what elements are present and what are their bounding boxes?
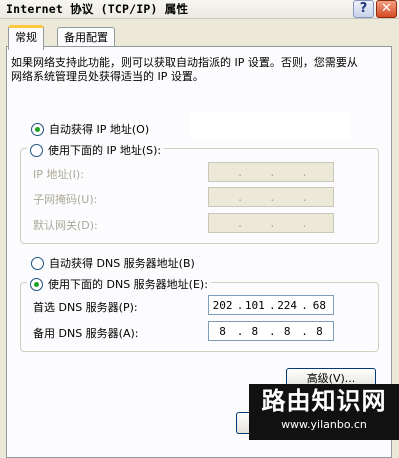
radio-manual-ip[interactable]: 使用下面的 IP 地址(S): (27, 142, 165, 158)
help-button[interactable]: ? (353, 0, 374, 18)
watermark-main-text: 路由知识网 (261, 386, 387, 415)
radio-manual-dns[interactable]: 使用下面的 DNS 服务器地址(E): (27, 276, 211, 292)
subnet-mask-field[interactable]: . . . (208, 187, 334, 207)
close-button[interactable]: ✕ (376, 0, 397, 18)
preferred-dns-label: 首选 DNS 服务器(P): (33, 301, 138, 314)
radio-manual-dns-label: 使用下面的 DNS 服务器地址(E): (48, 278, 208, 291)
radio-manual-ip-label: 使用下面的 IP 地址(S): (48, 144, 162, 157)
window-title: Internet 协议 (TCP/IP) 属性 (6, 2, 189, 16)
tab-alternate-config[interactable]: 备用配置 (57, 27, 115, 47)
ip-address-field[interactable]: . . . (208, 162, 334, 182)
radio-auto-ip-indicator (31, 122, 44, 136)
default-gateway-label: 默认网关(D): (33, 219, 98, 232)
radio-auto-dns-indicator (31, 256, 44, 270)
dns-groupbox (20, 282, 379, 352)
radio-manual-dns-indicator (30, 277, 43, 291)
radio-auto-ip[interactable]: 自动获得 IP 地址(O) (31, 121, 149, 137)
default-gateway-field[interactable]: . . . (208, 213, 334, 233)
radio-auto-ip-label: 自动获得 IP 地址(O) (49, 123, 150, 136)
description-text: 如果网络支持此功能，则可以获取自动指派的 IP 设置。否则，您需要从网络系统管理… (11, 56, 358, 83)
subnet-mask-label: 子网掩码(U): (33, 193, 98, 206)
radio-manual-ip-indicator (30, 143, 43, 157)
blank-area (190, 112, 350, 139)
ip-address-label: IP 地址(I): (33, 168, 84, 181)
alternate-dns-label: 备用 DNS 服务器(A): (33, 327, 139, 340)
radio-auto-dns[interactable]: 自动获得 DNS 服务器地址(B) (31, 255, 195, 271)
watermark-url-text: www.yilanbo.cn (281, 418, 367, 431)
alternate-dns-field[interactable]: 8. 8. 8. 8 (208, 321, 334, 341)
preferred-dns-field[interactable]: 202. 101. 224. 68 (208, 295, 334, 315)
radio-auto-dns-label: 自动获得 DNS 服务器地址(B) (49, 257, 195, 270)
tab-general[interactable]: 常规 (8, 25, 44, 50)
title-bar: Internet 协议 (TCP/IP) 属性 ? ✕ (0, 0, 399, 19)
watermark-logo: 路由知识网 www.yilanbo.cn (249, 384, 399, 440)
